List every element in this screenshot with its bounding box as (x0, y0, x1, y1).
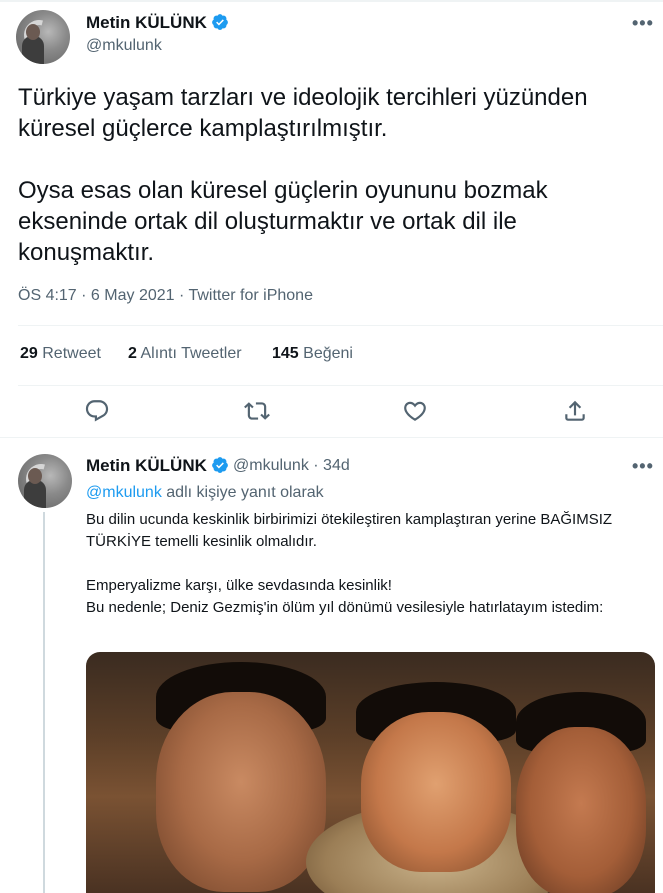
more-options-icon[interactable]: ••• (632, 456, 654, 477)
tweet-photo[interactable] (86, 652, 655, 893)
avatar-head (26, 24, 40, 40)
avatar-figure (24, 480, 46, 508)
reply-author-name-text: Metin KÜLÜNK (86, 456, 207, 475)
author-name-text: Metin KÜLÜNK (86, 13, 207, 32)
thread-line (43, 512, 45, 893)
retweet-count[interactable]: 29 Retweet (20, 345, 101, 363)
like-label: Beğeni (303, 345, 353, 362)
reply-avatar[interactable] (18, 454, 72, 508)
heart-icon[interactable] (402, 398, 428, 424)
retweet-icon[interactable] (244, 398, 270, 424)
retweet-label: Retweet (42, 345, 101, 362)
photo-face (516, 727, 646, 893)
more-options-icon[interactable]: ••• (632, 13, 654, 34)
avatar-head (28, 468, 42, 484)
author-name[interactable]: Metin KÜLÜNK (86, 13, 229, 33)
retweet-number: 29 (20, 345, 38, 362)
divider (0, 437, 663, 438)
reply-to-suffix: adlı kişiye yanıt olarak (161, 484, 324, 501)
quote-number: 2 (128, 345, 137, 362)
quote-label: Alıntı Tweetler (140, 345, 242, 362)
author-handle[interactable]: @mkulunk (86, 37, 162, 55)
photo-face (156, 692, 326, 892)
verified-badge-icon (212, 457, 228, 473)
avatar-figure (22, 36, 44, 64)
reply-paragraph: Emperyalizme karşı, ülke sevdasında kesi… (86, 577, 604, 616)
top-divider (0, 0, 663, 2)
like-number: 145 (272, 345, 299, 362)
share-icon[interactable] (562, 398, 588, 424)
tweet-meta[interactable]: ÖS 4:17 · 6 May 2021 · Twitter for iPhon… (18, 287, 313, 305)
reply-to-link[interactable]: @mkulunk (86, 484, 162, 501)
reply-icon[interactable] (84, 398, 110, 424)
reply-author-name[interactable]: Metin KÜLÜNK (86, 456, 229, 476)
tweet-text: Türkiye yaşam tarzları ve ideolojik terc… (18, 82, 648, 299)
photo-face (361, 712, 511, 872)
tweet-paragraph: Türkiye yaşam tarzları ve ideolojik terc… (18, 84, 588, 142)
like-count[interactable]: 145 Beğeni (272, 345, 353, 363)
quote-count[interactable]: 2 Alıntı Tweetler (128, 345, 242, 363)
tweet-paragraph: Oysa esas olan küresel güçlerin oyununu … (18, 177, 548, 266)
divider (18, 385, 663, 386)
divider (18, 325, 663, 326)
reply-handle-time[interactable]: @mkulunk · 34d (233, 457, 350, 475)
verified-badge-icon (212, 14, 228, 30)
avatar[interactable] (16, 10, 70, 64)
reply-tweet-text: Bu dilin ucunda keskinlik birbirimizi öt… (86, 509, 616, 619)
replying-to: @mkulunk adlı kişiye yanıt olarak (86, 484, 324, 502)
reply-paragraph: Bu dilin ucunda keskinlik birbirimizi öt… (86, 511, 613, 550)
